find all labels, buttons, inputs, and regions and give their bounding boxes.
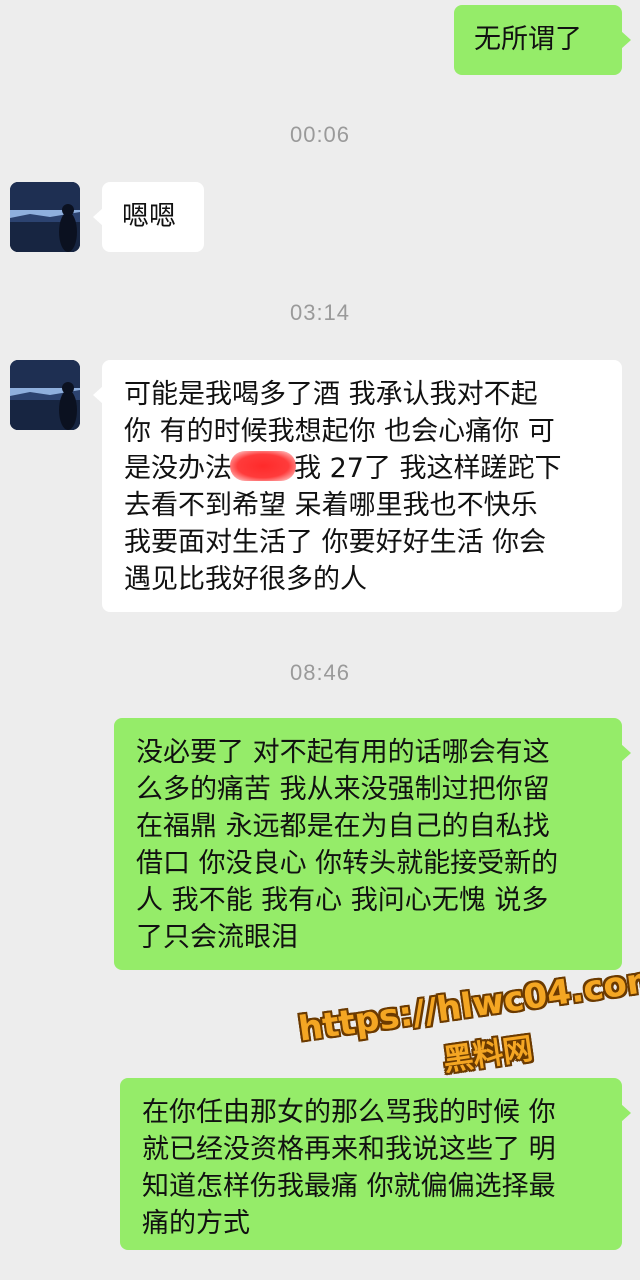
message-line: 可能是我喝多了酒 我承认我对不起 [124, 379, 538, 410]
message-text: 嗯嗯 [122, 201, 176, 232]
message-line: 痛的方式 [142, 1208, 250, 1239]
message-line: 我要面对生活了 你要好好生活 你会 [124, 527, 547, 558]
message-bubble-received[interactable]: 可能是我喝多了酒 我承认我对不起 你 有的时候我想起你 也会心痛你 可 是没办法… [93, 360, 622, 612]
message-line: 知道怎样伤我最痛 你就偏偏选择最 [142, 1171, 556, 1202]
timestamp: 00:06 [289, 122, 351, 147]
message-line: 是没办法 我 27了 我这样蹉跎下 [124, 450, 602, 487]
watermark-label: 黑料网 [441, 1031, 536, 1079]
message-line-part: 我 27了 我这样蹉跎下 [294, 453, 562, 484]
message-line: 你 有的时候我想起你 也会心痛你 可 [124, 416, 555, 447]
contact-avatar[interactable] [10, 360, 80, 430]
redaction-mark [230, 451, 296, 481]
message-line: 了只会流眼泪 [136, 922, 298, 953]
contact-avatar[interactable] [10, 182, 80, 252]
message-bubble-sent[interactable]: 在你任由那女的那么骂我的时候 你 就已经没资格再来和我说这些了 明 知道怎样伤我… [120, 1078, 631, 1250]
timestamp: 08:46 [289, 660, 351, 685]
message-line: 去看不到希望 呆着哪里我也不快乐 [124, 490, 538, 521]
timestamp: 03:14 [289, 300, 351, 325]
message-line-part: 是没办法 [124, 453, 232, 484]
message-bubble-received[interactable]: 嗯嗯 [93, 182, 204, 252]
message-line: 借口 你没良心 你转头就能接受新的 [136, 848, 559, 879]
message-line: 在福鼎 永远都是在为自己的自私找 [136, 811, 550, 842]
message-line: 人 我不能 我有心 我问心无愧 说多 [136, 885, 549, 916]
message-bubble-sent[interactable]: 无所谓了 [454, 5, 631, 75]
message-line: 就已经没资格再来和我说这些了 明 [142, 1134, 556, 1165]
message-text: 无所谓了 [474, 24, 582, 55]
message-line: 在你任由那女的那么骂我的时候 你 [142, 1097, 556, 1128]
message-bubble-sent[interactable]: 没必要了 对不起有用的话哪会有这 么多的痛苦 我从来没强制过把你留 在福鼎 永远… [114, 718, 631, 970]
message-line: 么多的痛苦 我从来没强制过把你留 [136, 774, 550, 805]
message-line: 遇见比我好很多的人 [124, 564, 367, 595]
message-line: 没必要了 对不起有用的话哪会有这 [136, 737, 550, 768]
